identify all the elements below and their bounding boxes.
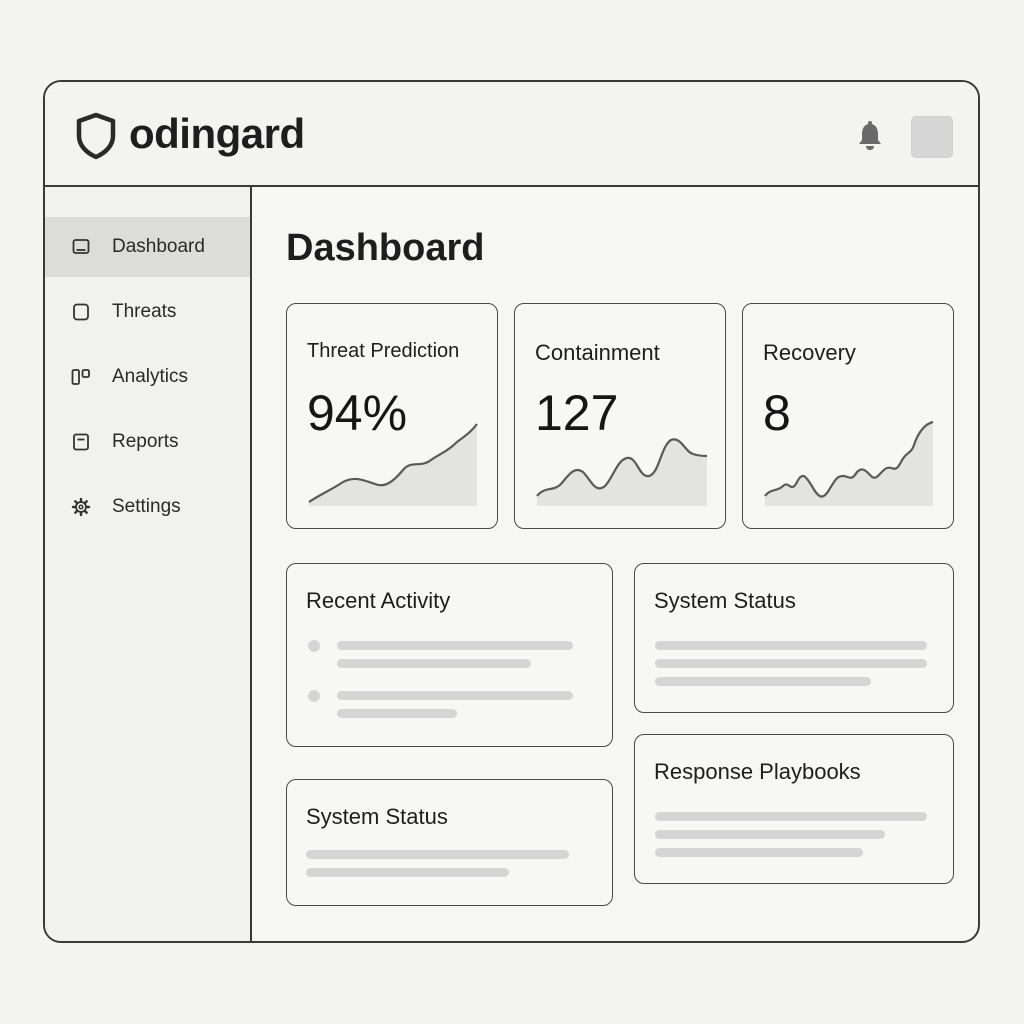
panel-title: System Status <box>306 804 448 829</box>
stat-card-containment[interactable]: Containment 127 <box>514 303 726 529</box>
placeholder-line <box>337 709 457 718</box>
stat-card-recovery[interactable]: Recovery 8 <box>742 303 954 529</box>
sidebar-item-settings[interactable]: Settings <box>45 477 250 537</box>
stat-title: Threat Prediction <box>307 340 460 362</box>
sidebar-item-analytics[interactable]: Analytics <box>45 347 250 407</box>
activity-bullet <box>308 690 320 702</box>
placeholder-line <box>655 659 927 668</box>
placeholder-line <box>306 850 569 859</box>
placeholder-line <box>655 812 927 821</box>
panel-title: System Status <box>654 588 796 613</box>
main-content: Dashboard Threat Prediction 94% Containm… <box>252 187 978 941</box>
app-title: odingard <box>129 110 305 157</box>
square-icon <box>73 303 89 321</box>
response-playbooks-panel: Response Playbooks <box>634 734 954 884</box>
system-status-panel: System Status <box>634 563 954 713</box>
avatar[interactable] <box>911 116 953 158</box>
monitor-icon <box>72 239 90 254</box>
sidebar-item-reports[interactable]: Reports <box>45 412 250 472</box>
sidebar-item-label: Threats <box>112 301 177 322</box>
sidebar-item-dashboard[interactable]: Dashboard <box>45 217 250 277</box>
placeholder-line <box>655 641 927 650</box>
columns-icon <box>71 369 90 385</box>
placeholder-line <box>337 659 531 668</box>
placeholder-line <box>655 848 863 857</box>
placeholder-line <box>306 868 509 877</box>
panel-title: Response Playbooks <box>654 759 861 784</box>
placeholder-line <box>655 830 885 839</box>
document-icon <box>73 433 89 451</box>
top-bar: odingard <box>45 82 978 187</box>
shield-icon <box>76 112 116 160</box>
activity-bullet <box>308 640 320 652</box>
stat-title: Recovery <box>763 340 856 365</box>
page-title: Dashboard <box>286 227 485 269</box>
system-status-panel-secondary: System Status <box>286 779 613 906</box>
placeholder-line <box>337 641 573 650</box>
sidebar-item-threats[interactable]: Threats <box>45 282 250 342</box>
sidebar-item-label: Settings <box>112 496 181 517</box>
panel-title: Recent Activity <box>306 588 451 613</box>
sparkline-recovery <box>764 420 934 506</box>
bell-icon[interactable] <box>855 120 885 152</box>
stat-card-threat-prediction[interactable]: Threat Prediction 94% <box>286 303 498 529</box>
app-window: odingard Dashboard Threats Analytics Rep… <box>43 80 980 943</box>
gear-icon <box>71 497 91 517</box>
placeholder-line <box>337 691 573 700</box>
placeholder-line <box>655 677 871 686</box>
sidebar-item-label: Dashboard <box>112 236 205 257</box>
sparkline-threat-prediction <box>308 423 478 506</box>
sidebar-item-label: Analytics <box>112 366 189 387</box>
recent-activity-panel: Recent Activity <box>286 563 613 747</box>
sparkline-containment <box>536 438 707 506</box>
sidebar-item-label: Reports <box>112 431 179 452</box>
sidebar: Dashboard Threats Analytics Reports Sett… <box>45 187 252 941</box>
stat-title: Containment <box>535 340 660 365</box>
